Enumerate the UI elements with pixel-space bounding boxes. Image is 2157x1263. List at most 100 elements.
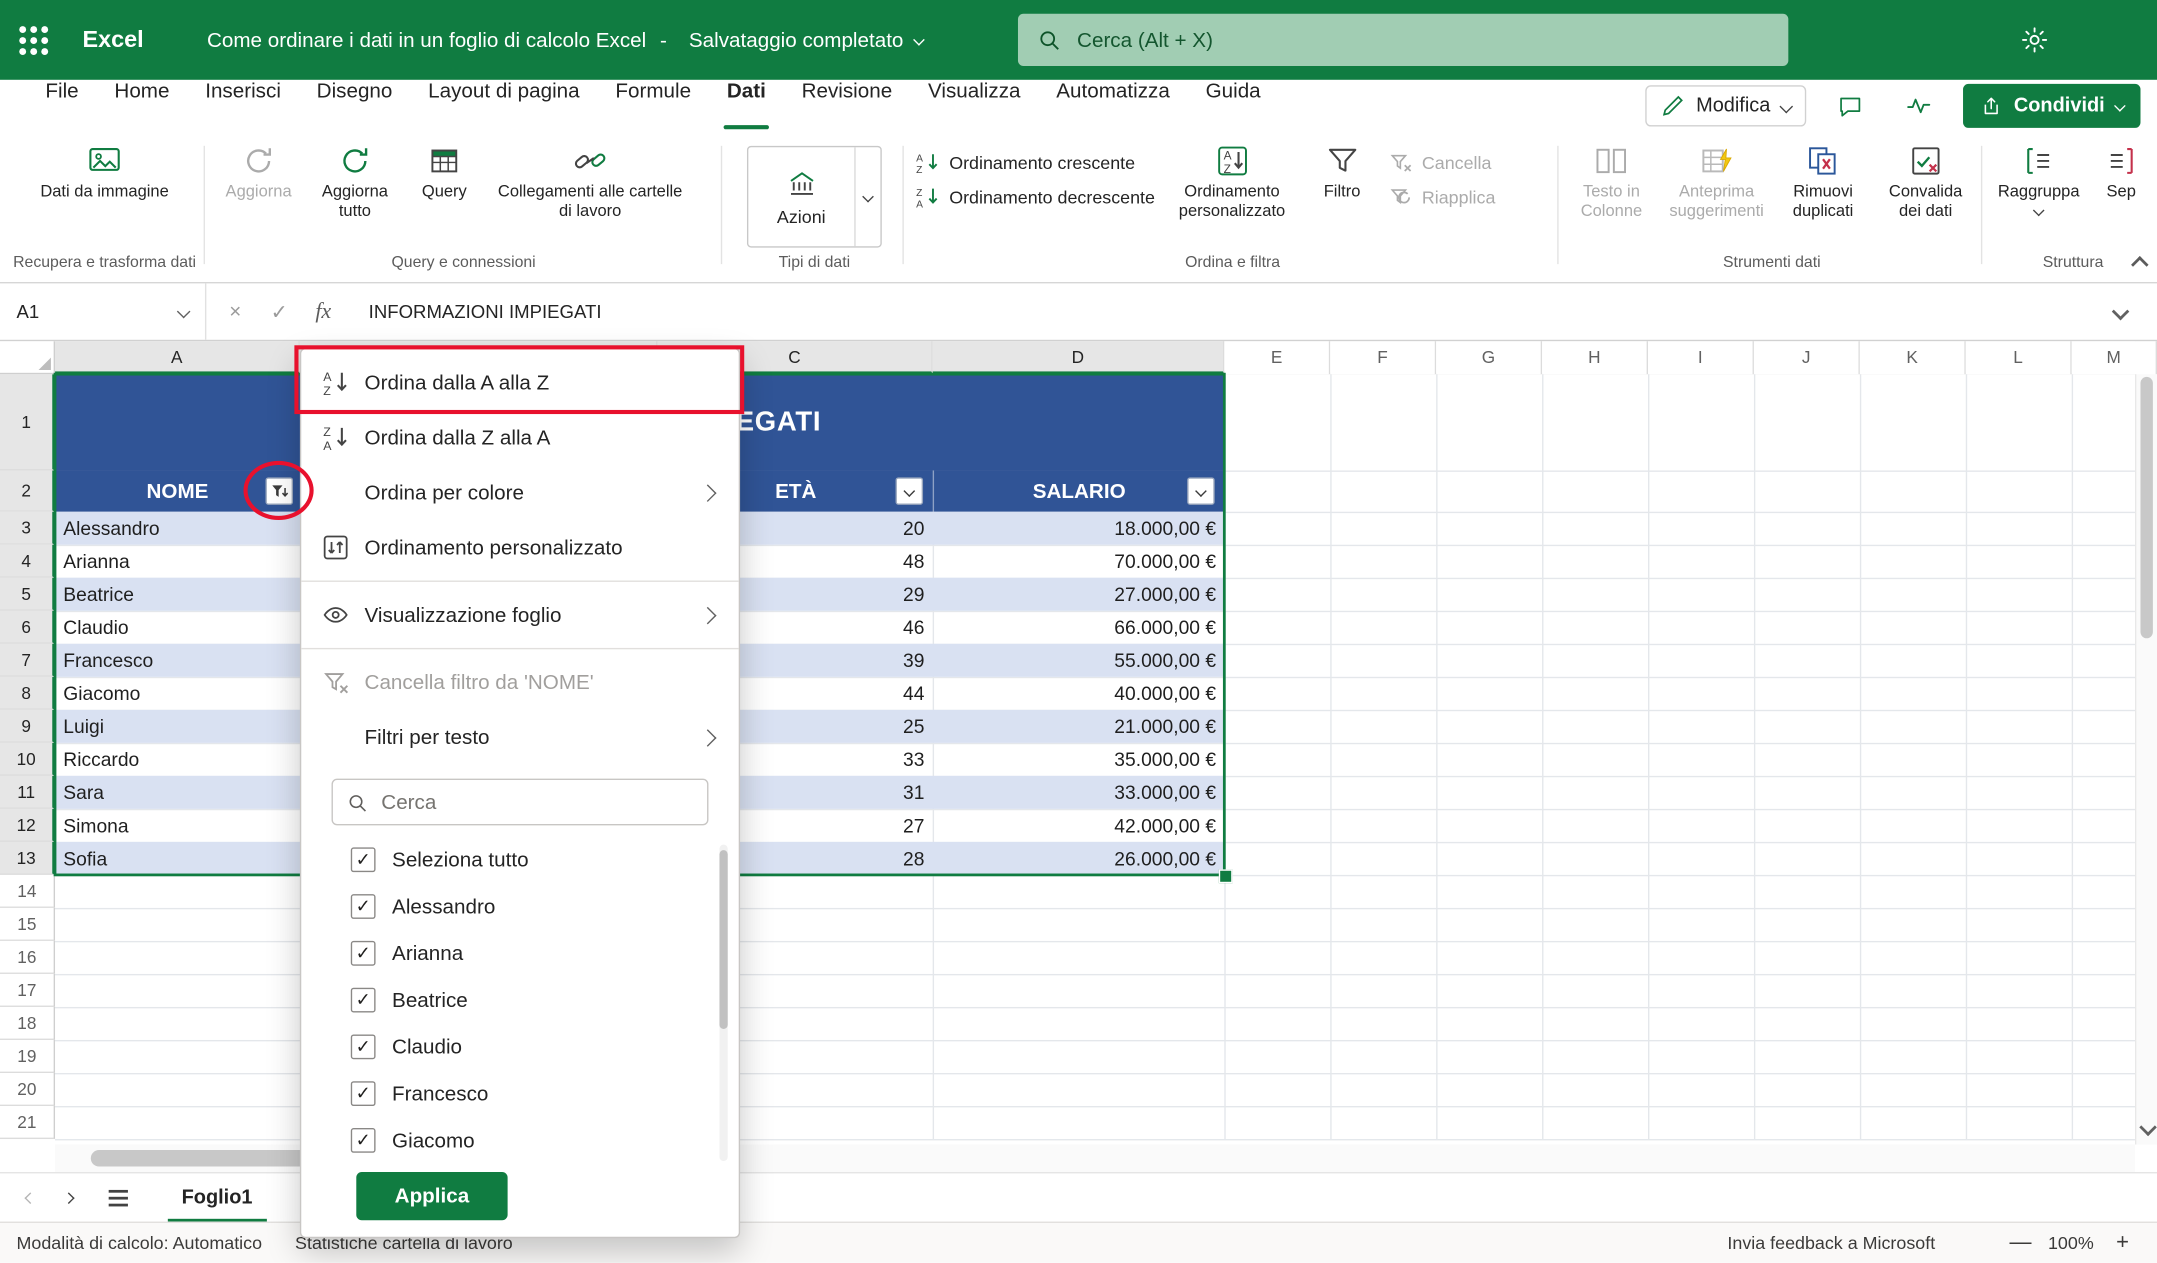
- row-header-10[interactable]: 10: [0, 743, 55, 776]
- row-header-20[interactable]: 20: [0, 1073, 55, 1106]
- filter-checkbox-arianna[interactable]: ✓Arianna: [301, 930, 738, 977]
- cell-salario[interactable]: 40.000,00 €: [933, 677, 1225, 710]
- menu-item-ordina-dalla-z-alla-a[interactable]: ZAOrdina dalla Z alla A: [301, 410, 738, 465]
- eta-filter-button[interactable]: [896, 477, 924, 505]
- cell-salario[interactable]: 18.000,00 €: [933, 512, 1225, 545]
- ribbon-tab-disegno[interactable]: Disegno: [299, 80, 410, 132]
- column-header-m[interactable]: M: [2072, 341, 2157, 374]
- nome-filter-button[interactable]: [265, 477, 293, 505]
- cell-nome[interactable]: Francesco: [55, 644, 300, 677]
- column-header-e[interactable]: E: [1224, 341, 1330, 374]
- row-header-7[interactable]: 7: [0, 644, 55, 677]
- filter-list-scroll-thumb[interactable]: [719, 850, 727, 1029]
- ordinamento-personalizzato-button[interactable]: AZ Ordinamento personalizzato: [1163, 138, 1301, 227]
- cell-salario[interactable]: 35.000,00 €: [933, 743, 1225, 776]
- cell-nome[interactable]: Giacomo: [55, 677, 300, 710]
- row-header-9[interactable]: 9: [0, 710, 55, 743]
- zoom-out-button[interactable]: —: [2001, 1229, 2037, 1257]
- cell-nome[interactable]: Alessandro: [55, 512, 300, 545]
- separa-button[interactable]: Sep: [2091, 138, 2152, 208]
- cancel-entry-icon[interactable]: ×: [215, 299, 256, 325]
- cell-salario[interactable]: 33.000,00 €: [933, 776, 1225, 809]
- zoom-in-button[interactable]: +: [2105, 1229, 2141, 1257]
- row-header-12[interactable]: 12: [0, 809, 55, 842]
- zoom-level[interactable]: 100%: [2048, 1233, 2094, 1254]
- app-name[interactable]: Excel: [83, 26, 144, 54]
- filter-checkbox-giacomo[interactable]: ✓Giacomo: [301, 1117, 738, 1164]
- ribbon-tab-home[interactable]: Home: [97, 80, 188, 132]
- filter-search-input[interactable]: [379, 789, 694, 815]
- sheet-list-menu-icon[interactable]: [99, 1178, 138, 1217]
- row-header-1[interactable]: 1: [0, 374, 55, 470]
- ribbon-tab-file[interactable]: File: [28, 80, 97, 132]
- header-cell-salario[interactable]: SALARIO: [933, 470, 1225, 511]
- row-header-6[interactable]: 6: [0, 611, 55, 644]
- column-header-i[interactable]: I: [1648, 341, 1754, 374]
- vertical-scroll-thumb[interactable]: [2140, 377, 2152, 638]
- filter-checkbox-alessandro[interactable]: ✓Alessandro: [301, 883, 738, 930]
- modifica-button[interactable]: Modifica: [1645, 85, 1806, 126]
- column-header-k[interactable]: K: [1860, 341, 1966, 374]
- azioni-dropdown[interactable]: Azioni: [747, 146, 882, 248]
- column-header-g[interactable]: G: [1436, 341, 1542, 374]
- select-all-corner[interactable]: [0, 341, 55, 374]
- convalida-dati-button[interactable]: Convalida dei dati: [1873, 138, 1978, 227]
- calc-mode-status[interactable]: Modalità di calcolo: Automatico: [17, 1233, 263, 1254]
- column-header-f[interactable]: F: [1330, 341, 1436, 374]
- row-header-16[interactable]: 16: [0, 941, 55, 974]
- app-launcher-icon[interactable]: [0, 0, 66, 80]
- cell-nome[interactable]: Beatrice: [55, 578, 300, 611]
- cell-nome[interactable]: Sara: [55, 776, 300, 809]
- confirm-entry-icon[interactable]: ✓: [259, 298, 300, 326]
- row-header-8[interactable]: 8: [0, 677, 55, 710]
- filter-checkbox-claudio[interactable]: ✓Claudio: [301, 1023, 738, 1070]
- feedback-link[interactable]: Invia feedback a Microsoft: [1727, 1233, 1935, 1254]
- ordinamento-crescente-button[interactable]: AZ Ordinamento crescente: [911, 151, 1161, 174]
- salario-filter-button[interactable]: [1187, 477, 1215, 505]
- ribbon-tab-dati[interactable]: Dati: [709, 80, 784, 132]
- menu-item-visualizzazione-foglio[interactable]: Visualizzazione foglio: [301, 587, 738, 642]
- filter-checkbox-francesco[interactable]: ✓Francesco: [301, 1070, 738, 1117]
- save-status[interactable]: Salvataggio completato: [681, 27, 931, 53]
- ribbon-tab-guida[interactable]: Guida: [1188, 80, 1279, 132]
- cell-nome[interactable]: Sofia: [55, 842, 300, 875]
- dati-da-immagine-button[interactable]: Dati da immagine: [29, 138, 180, 208]
- rimuovi-duplicati-button[interactable]: Rimuovi duplicati: [1776, 138, 1871, 227]
- next-sheet-icon[interactable]: [52, 1178, 85, 1217]
- aggiorna-tutto-button[interactable]: Aggiorna tutto: [308, 138, 402, 227]
- comments-button[interactable]: [1825, 85, 1875, 126]
- column-header-l[interactable]: L: [1966, 341, 2072, 374]
- scroll-down-icon[interactable]: [2139, 1119, 2157, 1137]
- column-header-d[interactable]: D: [933, 341, 1225, 374]
- row-header-11[interactable]: 11: [0, 776, 55, 809]
- settings-gear-icon[interactable]: [2008, 15, 2060, 65]
- scroll-left-icon[interactable]: [61, 1149, 75, 1163]
- menu-item-ordinamento-personalizzato[interactable]: Ordinamento personalizzato: [301, 520, 738, 575]
- previous-sheet-icon[interactable]: [14, 1178, 47, 1217]
- row-header-2[interactable]: 2: [0, 470, 55, 511]
- condividi-button[interactable]: Condividi: [1963, 84, 2141, 128]
- search-bar[interactable]: [1018, 14, 1788, 66]
- search-input[interactable]: [1074, 27, 1769, 53]
- filter-checkbox-seleziona-tutto[interactable]: ✓Seleziona tutto: [301, 836, 738, 883]
- cell-nome[interactable]: Claudio: [55, 611, 300, 644]
- vertical-scrollbar[interactable]: [2135, 341, 2157, 1144]
- column-header-a[interactable]: A: [55, 341, 300, 374]
- column-header-h[interactable]: H: [1542, 341, 1648, 374]
- column-header-j[interactable]: J: [1754, 341, 1860, 374]
- ribbon-tab-layout-di-pagina[interactable]: Layout di pagina: [410, 80, 597, 132]
- ribbon-tab-visualizza[interactable]: Visualizza: [910, 80, 1038, 132]
- row-header-19[interactable]: 19: [0, 1040, 55, 1073]
- header-cell-nome[interactable]: NOME: [55, 470, 300, 511]
- menu-item-ordina-dalla-a-alla-z[interactable]: AZOrdina dalla A alla Z: [301, 355, 738, 410]
- cell-salario[interactable]: 26.000,00 €: [933, 842, 1225, 875]
- sheet-tab-foglio1[interactable]: Foglio1: [157, 1173, 277, 1223]
- row-header-3[interactable]: 3: [0, 512, 55, 545]
- query-button[interactable]: Query: [404, 138, 484, 208]
- row-header-18[interactable]: 18: [0, 1007, 55, 1040]
- cell-nome[interactable]: Arianna: [55, 545, 300, 578]
- filtro-button[interactable]: Filtro: [1304, 138, 1381, 208]
- ribbon-tab-inserisci[interactable]: Inserisci: [187, 80, 298, 132]
- expand-formula-bar-icon[interactable]: [2112, 303, 2130, 321]
- cell-salario[interactable]: 21.000,00 €: [933, 710, 1225, 743]
